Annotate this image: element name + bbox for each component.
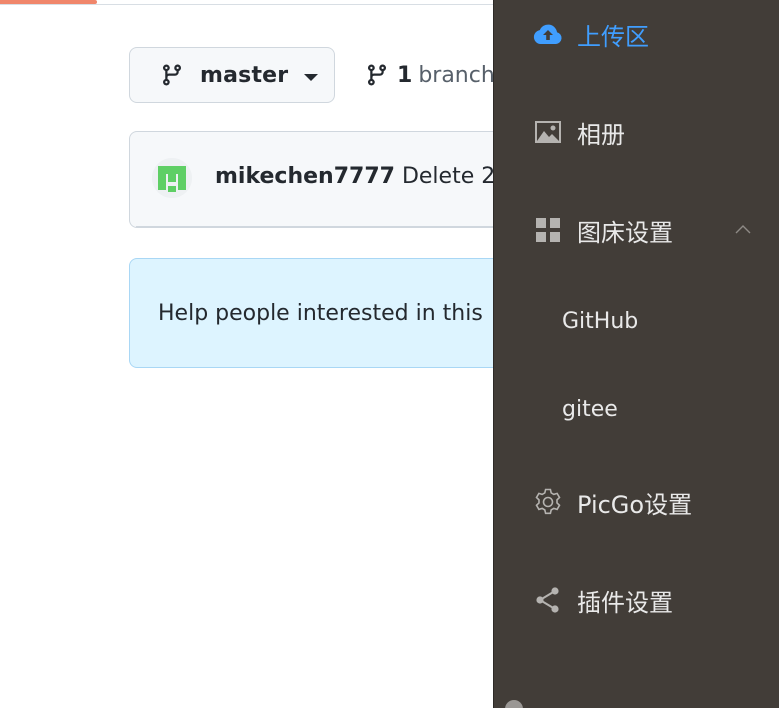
sidebar-item-label: 插件设置: [577, 588, 673, 617]
grid-icon: [533, 215, 563, 245]
identicon-icon: [152, 158, 192, 198]
picgo-sidebar: 上传区 相册 图床设置 GitHub gitee PicGo设置 插件设置: [493, 0, 779, 708]
commit-summary: mikechen7777 Delete 202: [215, 164, 493, 189]
share-icon: [533, 585, 563, 615]
git-branch-icon: [367, 64, 386, 86]
sidebar-item-picgo-settings[interactable]: PicGo设置: [494, 472, 779, 532]
sidebar-subitem-gitee[interactable]: gitee: [494, 379, 779, 439]
latest-commit-box: mikechen7777 Delete 202: [129, 131, 493, 228]
image-icon: [533, 117, 563, 147]
sidebar-item-image-host-settings[interactable]: 图床设置: [494, 200, 779, 260]
sidebar-item-upload[interactable]: 上传区: [494, 4, 779, 64]
branch-selector-button[interactable]: master: [129, 47, 335, 103]
branch-name: master: [200, 62, 289, 88]
avatar[interactable]: [152, 158, 192, 198]
branch-count-label: branch: [418, 62, 493, 88]
sidebar-subitem-label: gitee: [562, 396, 618, 422]
chevron-up-icon: [735, 225, 751, 234]
sidebar-item-label: 上传区: [577, 22, 649, 51]
help-banner: Help people interested in this: [129, 258, 493, 368]
sidebar-subitem-github[interactable]: GitHub: [494, 291, 779, 351]
sidebar-item-label: PicGo设置: [577, 490, 693, 519]
git-branch-icon: [162, 64, 181, 86]
sidebar-item-label: 相册: [577, 120, 625, 149]
help-banner-text: Help people interested in this: [158, 301, 483, 326]
page-load-progress-bar: [0, 0, 97, 4]
caret-down-icon: [304, 73, 319, 81]
commit-box-divider: [136, 226, 493, 227]
sidebar-subitem-label: GitHub: [562, 308, 639, 334]
cloud-upload-icon: [533, 19, 563, 49]
commit-author-link[interactable]: mikechen7777: [215, 164, 395, 189]
commit-message-link[interactable]: Delete 202: [402, 164, 493, 189]
sidebar-item-label: 图床设置: [577, 218, 673, 247]
github-repo-page: master 1 branch mikechen7777 Delete 202: [0, 0, 493, 708]
sidebar-item-gallery[interactable]: 相册: [494, 102, 779, 162]
branches-link[interactable]: 1 branch: [365, 59, 493, 91]
gear-icon: [533, 487, 563, 517]
branch-count: 1: [397, 62, 413, 88]
sidebar-item-plugin-settings[interactable]: 插件设置: [494, 570, 779, 630]
